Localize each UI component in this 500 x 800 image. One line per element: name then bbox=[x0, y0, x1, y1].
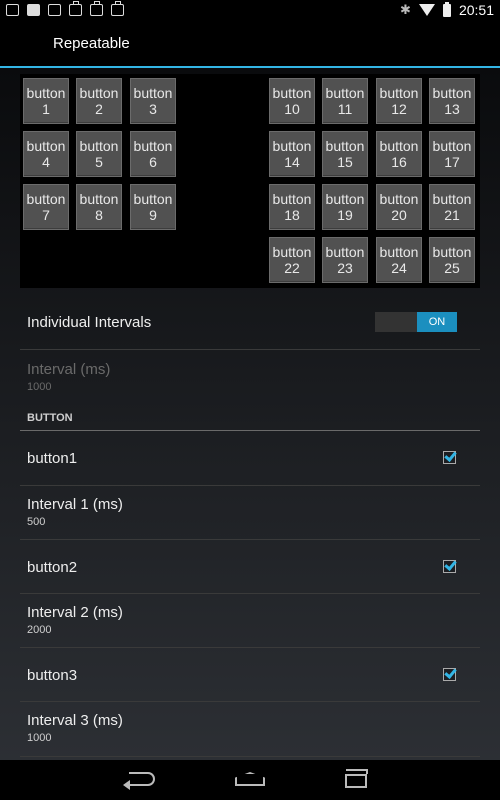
interval1-row[interactable]: Interval 1 (ms) 500 bbox=[20, 486, 480, 540]
recent-apps-icon[interactable] bbox=[345, 769, 368, 788]
news-icon bbox=[48, 4, 61, 16]
grid-button[interactable]: button 16 bbox=[376, 131, 422, 177]
global-interval-row: Interval (ms) 1000 bbox=[20, 350, 480, 402]
grid-button[interactable]: button 8 bbox=[76, 184, 122, 230]
navigation-bar bbox=[0, 760, 500, 800]
grid-button[interactable]: button 7 bbox=[23, 184, 69, 230]
grid-button[interactable]: button 14 bbox=[269, 131, 315, 177]
interval2-title: Interval 2 (ms) bbox=[27, 604, 123, 621]
grid-button[interactable]: button 21 bbox=[429, 184, 475, 230]
interval2-row[interactable]: Interval 2 (ms) 2000 bbox=[20, 594, 480, 648]
category-header: BUTTON bbox=[27, 412, 73, 424]
grid-button[interactable]: button 3 bbox=[130, 78, 176, 124]
grid-button[interactable]: button 13 bbox=[429, 78, 475, 124]
interval1-value: 500 bbox=[27, 516, 46, 528]
battery-icon bbox=[442, 1, 451, 17]
grid-button[interactable]: button 2 bbox=[76, 78, 122, 124]
back-icon[interactable] bbox=[123, 772, 155, 790]
button3-checkbox[interactable] bbox=[443, 668, 456, 681]
bag-icon bbox=[90, 1, 103, 16]
interval1-title: Interval 1 (ms) bbox=[27, 496, 123, 513]
bluetooth-icon: ✱ bbox=[400, 2, 411, 17]
interval3-row[interactable]: Interval 3 (ms) 1000 bbox=[20, 702, 480, 757]
button2-row[interactable]: button2 bbox=[20, 540, 480, 594]
grid-button[interactable]: button 20 bbox=[376, 184, 422, 230]
notification-icons bbox=[6, 1, 124, 16]
wifi-icon bbox=[418, 4, 435, 16]
grid-button[interactable]: button 11 bbox=[322, 78, 368, 124]
grid-button[interactable]: button 10 bbox=[269, 78, 315, 124]
button1-label: button1 bbox=[27, 450, 78, 467]
mail-icon bbox=[27, 4, 40, 16]
grid-button[interactable]: button 24 bbox=[376, 237, 422, 283]
action-bar: Repeatable bbox=[0, 22, 500, 68]
clock: 20:51 bbox=[458, 2, 494, 18]
toggle-on-label: ON bbox=[417, 312, 457, 332]
button1-checkbox[interactable] bbox=[443, 451, 456, 464]
grid-button[interactable]: button 6 bbox=[130, 131, 176, 177]
interval3-value: 1000 bbox=[27, 732, 52, 744]
grid-button[interactable]: button 18 bbox=[269, 184, 315, 230]
status-bar: ✱ 20:51 bbox=[0, 0, 500, 22]
individual-intervals-toggle[interactable]: ON bbox=[375, 312, 457, 332]
global-interval-value: 1000 bbox=[27, 381, 52, 393]
system-icons: ✱ 20:51 bbox=[400, 1, 494, 18]
home-icon[interactable] bbox=[235, 772, 265, 786]
grid-button[interactable]: button 5 bbox=[76, 131, 122, 177]
grid-button[interactable]: button 12 bbox=[376, 78, 422, 124]
grid-button[interactable]: button 17 bbox=[429, 131, 475, 177]
grid-button[interactable]: button 25 bbox=[429, 237, 475, 283]
settings-content[interactable]: button 1 button 2 button 3 button 4 button 5 … bbox=[0, 68, 500, 760]
image-icon bbox=[6, 4, 19, 16]
button1-row[interactable]: button1 bbox=[20, 431, 480, 486]
interval2-value: 2000 bbox=[27, 624, 52, 636]
grid-button[interactable]: button 1 bbox=[23, 78, 69, 124]
button3-label: button3 bbox=[27, 667, 78, 684]
button2-checkbox[interactable] bbox=[443, 560, 456, 573]
grid-button[interactable]: button 19 bbox=[322, 184, 368, 230]
page-title: Repeatable bbox=[53, 35, 130, 52]
grid-button[interactable]: button 4 bbox=[23, 131, 69, 177]
button-grid: button 1 button 2 button 3 button 4 button 5 … bbox=[20, 74, 480, 288]
button2-label: button2 bbox=[27, 559, 78, 576]
grid-button[interactable]: button 23 bbox=[322, 237, 368, 283]
individual-intervals-row[interactable]: Individual Intervals ON bbox=[20, 294, 480, 350]
interval3-title: Interval 3 (ms) bbox=[27, 712, 123, 729]
bag-icon bbox=[69, 1, 82, 16]
grid-button[interactable]: button 9 bbox=[130, 184, 176, 230]
individual-intervals-label: Individual Intervals bbox=[27, 314, 152, 331]
global-interval-title: Interval (ms) bbox=[27, 361, 111, 378]
bag-icon bbox=[111, 1, 124, 16]
grid-button[interactable]: button 15 bbox=[322, 131, 368, 177]
grid-button[interactable]: button 22 bbox=[269, 237, 315, 283]
button3-row[interactable]: button3 bbox=[20, 648, 480, 702]
